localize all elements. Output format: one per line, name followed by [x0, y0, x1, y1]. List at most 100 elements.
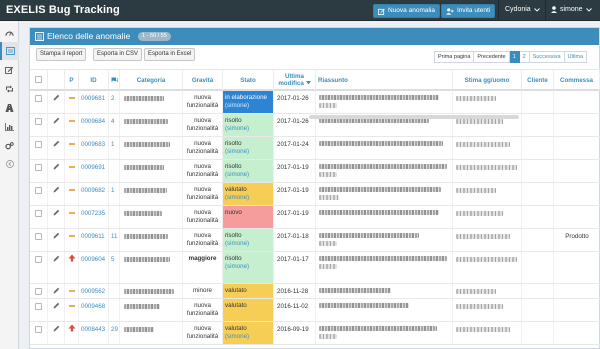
assignee-link[interactable]: (simone) — [225, 333, 271, 341]
pencil-icon[interactable] — [53, 209, 60, 216]
sidebar-item-issues[interactable] — [0, 42, 19, 60]
issue-id-link[interactable]: 0009683 — [81, 141, 105, 148]
assignee-link[interactable]: (simone) — [225, 148, 271, 156]
notes-count-link[interactable]: 2 — [111, 95, 114, 102]
print-report-button[interactable]: Stampa il report — [36, 48, 87, 61]
sidebar-item-manage[interactable] — [0, 137, 19, 155]
order-cell — [554, 322, 600, 344]
table-row[interactable]: 0009562 minore valutato 2016-11-28 — [30, 284, 600, 299]
row-checkbox[interactable] — [35, 118, 42, 125]
row-checkbox[interactable] — [35, 210, 42, 217]
sidebar-item-roadmap[interactable] — [0, 99, 19, 117]
pager-page-2[interactable]: 2 — [519, 51, 530, 63]
header-last-modified[interactable]: Ultima modifica — [274, 70, 316, 90]
pencil-icon[interactable] — [53, 163, 60, 170]
new-issue-button[interactable]: Nuova anomalia — [373, 4, 440, 18]
row-checkbox[interactable] — [35, 288, 42, 295]
row-checkbox[interactable] — [35, 95, 42, 102]
table-row[interactable]: 0009682 1 nuova funzionalità valutato (simone… — [30, 183, 600, 206]
pager-next[interactable]: Successiva — [529, 51, 565, 63]
pager-previous[interactable]: Precedente — [474, 51, 510, 63]
pencil-icon[interactable] — [53, 140, 60, 147]
row-checkbox[interactable] — [35, 187, 42, 194]
issue-id-link[interactable]: 0009681 — [81, 95, 105, 102]
table-row[interactable]: 0009681 2 nuova funzionalità in elaborazione… — [30, 91, 600, 114]
pencil-icon[interactable] — [53, 325, 60, 332]
notes-count-link[interactable]: 1 — [111, 187, 114, 194]
sidebar-collapse-button[interactable] — [0, 155, 19, 173]
pencil-icon[interactable] — [53, 186, 60, 193]
assignee-link[interactable]: (simone) — [225, 125, 271, 133]
row-checkbox[interactable] — [35, 303, 42, 310]
assignee-link[interactable]: (simone) — [225, 194, 271, 202]
row-checkbox[interactable] — [35, 256, 42, 263]
pencil-icon[interactable] — [53, 287, 60, 294]
header-category[interactable]: Categoria — [120, 70, 183, 90]
header-notes[interactable] — [109, 70, 120, 90]
issue-id-link[interactable]: 0007235 — [81, 210, 105, 217]
issue-id-link[interactable]: 0009562 — [81, 288, 105, 295]
pager-page-1[interactable]: 1 — [509, 51, 520, 63]
row-checkbox[interactable] — [35, 164, 42, 171]
brand-logo[interactable]: EXELIS Bug Tracking — [6, 4, 120, 16]
header-order[interactable]: Commessa — [554, 70, 600, 90]
header-priority[interactable]: P — [65, 70, 79, 90]
pencil-icon[interactable] — [53, 302, 60, 309]
table-row[interactable]: 0007235 nuova funzionalità nuovo 2017-01-19 — [30, 206, 600, 229]
project-selector[interactable]: Cydonia — [505, 6, 540, 13]
export-excel-button[interactable]: Esporta in Excel — [144, 48, 196, 61]
pager-first[interactable]: Prima pagina — [434, 51, 475, 63]
assignee-link[interactable]: (simone) — [225, 263, 271, 271]
notes-count-link[interactable]: 29 — [111, 326, 118, 333]
table-row[interactable]: 0009604 5 maggiore risolto (simone) 2017-01-1… — [30, 252, 600, 284]
user-menu[interactable]: simone — [551, 6, 592, 13]
severity-line2: funzionalità — [186, 101, 219, 109]
issue-id-link[interactable]: 0008443 — [81, 326, 105, 333]
row-checkbox[interactable] — [35, 233, 42, 240]
header-client[interactable]: Cliente — [522, 70, 554, 90]
invite-users-button[interactable]: Invita utenti — [441, 4, 496, 18]
pencil-icon[interactable] — [53, 232, 60, 239]
horizontal-scrollbar[interactable] — [309, 115, 519, 119]
sidebar-item-summary[interactable] — [0, 118, 19, 136]
pencil-icon[interactable] — [53, 255, 60, 262]
issue-id-link[interactable]: 0009684 — [81, 118, 105, 125]
issue-id-link[interactable]: 0009468 — [81, 303, 105, 310]
assignee-link[interactable]: (simone) — [225, 102, 271, 110]
assignee-link[interactable]: (simone) — [225, 171, 271, 179]
table-row[interactable]: 0009468 nuova funzionalità valutato 2016-11-… — [30, 299, 600, 322]
pager-last[interactable]: Ultima — [564, 51, 588, 63]
select-all-checkbox[interactable] — [35, 76, 42, 83]
notes-count-link[interactable]: 1 — [111, 141, 114, 148]
table-row[interactable]: 0008443 29 nuova funzionalità valutato (simon… — [30, 322, 600, 345]
table-row[interactable]: 0009611 11 nuova funzionalità risolto (simone… — [30, 229, 600, 252]
export-csv-button[interactable]: Esporta in CSV — [93, 48, 143, 61]
id-cell: 0009604 — [79, 252, 109, 283]
issue-id-link[interactable]: 0009611 — [81, 233, 105, 240]
pencil-icon[interactable] — [53, 117, 60, 124]
severity-text: minore — [183, 287, 222, 295]
header-severity[interactable]: Gravità — [183, 70, 223, 90]
sidebar-item-dashboard[interactable] — [0, 24, 19, 42]
table-row[interactable]: 0009683 1 nuova funzionalità risolto (simone)… — [30, 137, 600, 160]
severity-text: nuova funzionalità — [183, 94, 222, 109]
issue-id-link[interactable]: 0009682 — [81, 187, 105, 194]
pencil-icon[interactable] — [53, 94, 60, 101]
notes-count-link[interactable]: 11 — [111, 233, 117, 240]
category-cell — [120, 160, 183, 182]
list-icon — [6, 47, 15, 55]
sidebar-item-report-issue[interactable] — [0, 61, 19, 79]
row-checkbox[interactable] — [35, 326, 42, 333]
row-checkbox[interactable] — [35, 141, 42, 148]
issue-id-link[interactable]: 0009691 — [81, 164, 105, 171]
notes-count-link[interactable]: 5 — [111, 256, 114, 263]
header-summary[interactable]: Riassunto — [316, 70, 453, 90]
sidebar-item-changelog[interactable] — [0, 80, 19, 98]
header-status[interactable]: Stato — [223, 70, 274, 90]
header-estimate[interactable]: Stima gg/uomo — [453, 70, 522, 90]
issue-id-link[interactable]: 0009604 — [81, 256, 105, 263]
table-row[interactable]: 0009691 nuova funzionalità risolto (simone) 2… — [30, 160, 600, 183]
assignee-link[interactable]: (simone) — [225, 240, 271, 248]
notes-count-link[interactable]: 4 — [111, 118, 114, 125]
header-id[interactable]: ID — [79, 70, 109, 90]
